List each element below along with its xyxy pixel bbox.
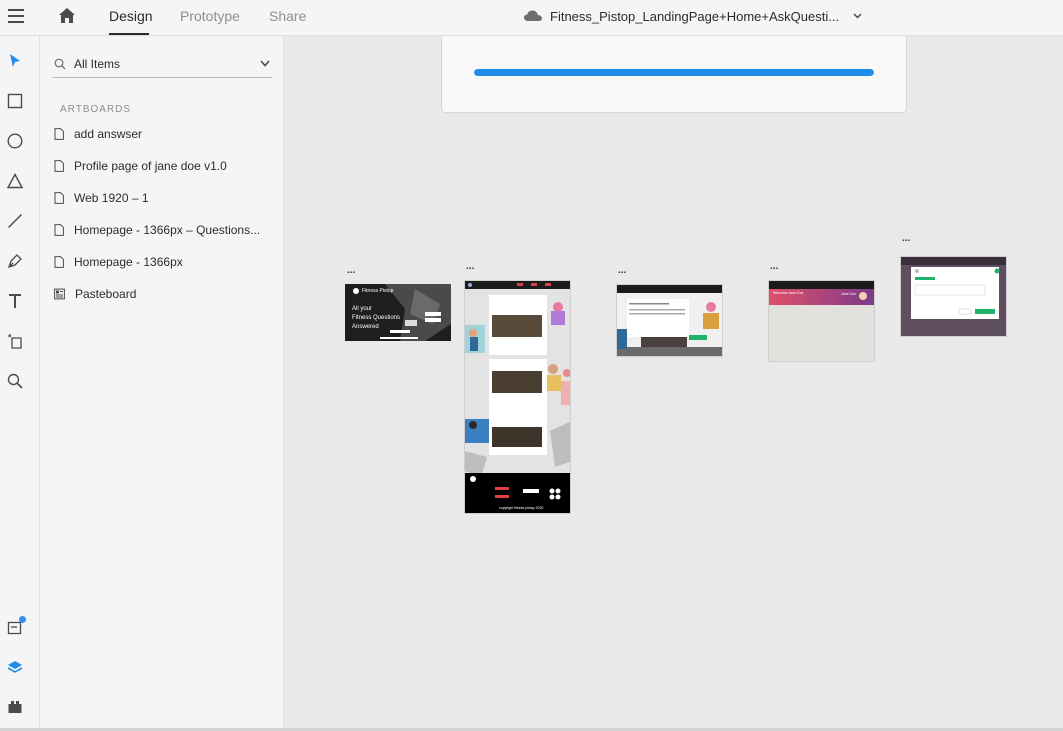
pen-icon xyxy=(7,254,22,269)
sync-progress-card xyxy=(441,36,907,113)
artboard-item[interactable]: Homepage - 1366px – Questions... xyxy=(54,220,274,240)
top-bar: Design Prototype Share Fitness_Pistop_La… xyxy=(0,0,1063,36)
artboard-item-label: Web 1920 – 1 xyxy=(74,191,149,205)
zoom-tool[interactable] xyxy=(5,371,25,391)
artboard-item-label: add answser xyxy=(74,127,143,141)
layers-icon xyxy=(7,661,23,673)
line-tool[interactable] xyxy=(5,211,25,231)
search-icon xyxy=(54,58,66,69)
layers-button[interactable] xyxy=(5,657,25,677)
plugin-icon xyxy=(8,701,22,713)
artboard-item[interactable]: Homepage - 1366px xyxy=(54,252,274,272)
landing-headline-line: Answered xyxy=(352,324,379,330)
text-tool[interactable] xyxy=(5,291,25,311)
section-title: ARTBOARDS xyxy=(60,104,132,115)
chevron-down-icon xyxy=(260,60,270,67)
sync-progress-bar xyxy=(474,69,874,76)
profile-name: Jane Doe xyxy=(841,292,856,296)
polygon-tool[interactable] xyxy=(5,171,25,191)
artboard-file-icon xyxy=(54,224,64,236)
landing-headline-line: All your xyxy=(352,306,373,312)
design-canvas[interactable]: ... Fitness Pistop All your Fitness Ques… xyxy=(284,36,1063,728)
pasteboard-icon xyxy=(54,288,65,300)
add-answer-thumbnail-graphic xyxy=(617,285,722,356)
artboard-icon xyxy=(8,334,22,349)
text-icon xyxy=(9,294,21,308)
pen-tool[interactable] xyxy=(5,251,25,271)
artboard-thumbnail-add-answer[interactable] xyxy=(616,284,723,357)
ellipse-tool[interactable] xyxy=(5,131,25,151)
rectangle-icon xyxy=(7,93,23,109)
triangle-icon xyxy=(7,173,23,189)
plugins-button[interactable] xyxy=(5,697,25,717)
artboard-filter-dropdown[interactable]: All Items xyxy=(52,50,272,78)
ellipse-icon xyxy=(7,133,23,149)
active-tab-indicator xyxy=(109,33,149,35)
homepage-questions-thumbnail-graphic xyxy=(465,281,570,513)
artboard-tool[interactable] xyxy=(5,331,25,351)
artboard-menu[interactable]: ... xyxy=(466,262,474,272)
artboard-thumbnail-profile[interactable]: Welcome Jane Doe Jane Doe xyxy=(768,280,875,362)
pointer-icon xyxy=(10,54,20,67)
artboard-thumbnail-landing[interactable]: Fitness Pistop All your Fitness Question… xyxy=(345,284,451,341)
chevron-down-icon xyxy=(853,13,862,19)
artboard-thumbnail-answer-dialog[interactable] xyxy=(900,256,1007,337)
artboard-item-label: Homepage - 1366px – Questions... xyxy=(74,223,261,237)
document-assets-button[interactable] xyxy=(5,616,26,637)
artboard-item[interactable]: add answser xyxy=(54,124,274,144)
cloud-icon xyxy=(524,10,542,21)
sync-progress-fill xyxy=(474,69,874,76)
tool-bar xyxy=(0,36,40,731)
tab-share[interactable]: Share xyxy=(269,8,306,24)
zoom-icon xyxy=(7,373,23,389)
hamburger-menu-icon[interactable] xyxy=(8,9,24,23)
rectangle-tool[interactable] xyxy=(5,91,25,111)
pasteboard-item[interactable]: Pasteboard xyxy=(54,284,274,304)
artboard-menu[interactable]: ... xyxy=(618,266,626,276)
artboard-file-icon xyxy=(54,160,64,172)
footer-copyright: copyright fitness pistop 2020 xyxy=(499,506,544,510)
artboard-file-icon xyxy=(54,128,64,140)
landing-headline: All your Fitness Questions Answered xyxy=(352,305,400,332)
artboard-item-label: Profile page of jane doe v1.0 xyxy=(74,159,227,173)
layers-panel: All Items ARTBOARDS add answser Profile … xyxy=(40,36,284,731)
filter-label: All Items xyxy=(74,56,121,71)
document-title: Fitness_Pistop_LandingPage+Home+AskQuest… xyxy=(550,8,840,24)
artboard-item-label: Homepage - 1366px xyxy=(74,255,183,269)
pasteboard-label: Pasteboard xyxy=(75,287,137,301)
artboard-file-icon xyxy=(54,256,64,268)
artboard-thumbnail-homepage-questions[interactable]: copyright fitness pistop 2020 xyxy=(464,280,571,514)
line-icon xyxy=(8,214,22,228)
landing-brand: Fitness Pistop xyxy=(362,288,394,294)
artboard-menu[interactable]: ... xyxy=(902,234,910,244)
answer-dialog-thumbnail-graphic xyxy=(901,257,1006,336)
landing-headline-line: Fitness Questions xyxy=(352,315,401,321)
artboard-item[interactable]: Profile page of jane doe v1.0 xyxy=(54,156,274,176)
select-tool[interactable] xyxy=(5,51,25,71)
tab-prototype[interactable]: Prototype xyxy=(180,8,240,24)
artboard-menu[interactable]: ... xyxy=(770,262,778,272)
artboard-item[interactable]: Web 1920 – 1 xyxy=(54,188,274,208)
home-icon[interactable] xyxy=(58,7,76,25)
artboard-menu[interactable]: ... xyxy=(347,266,355,276)
tab-design[interactable]: Design xyxy=(109,8,153,24)
document-title-dropdown[interactable]: Fitness_Pistop_LandingPage+Home+AskQuest… xyxy=(524,7,862,25)
notification-dot xyxy=(19,616,26,623)
profile-welcome: Welcome Jane Doe xyxy=(773,291,804,295)
artboard-file-icon xyxy=(54,192,64,204)
